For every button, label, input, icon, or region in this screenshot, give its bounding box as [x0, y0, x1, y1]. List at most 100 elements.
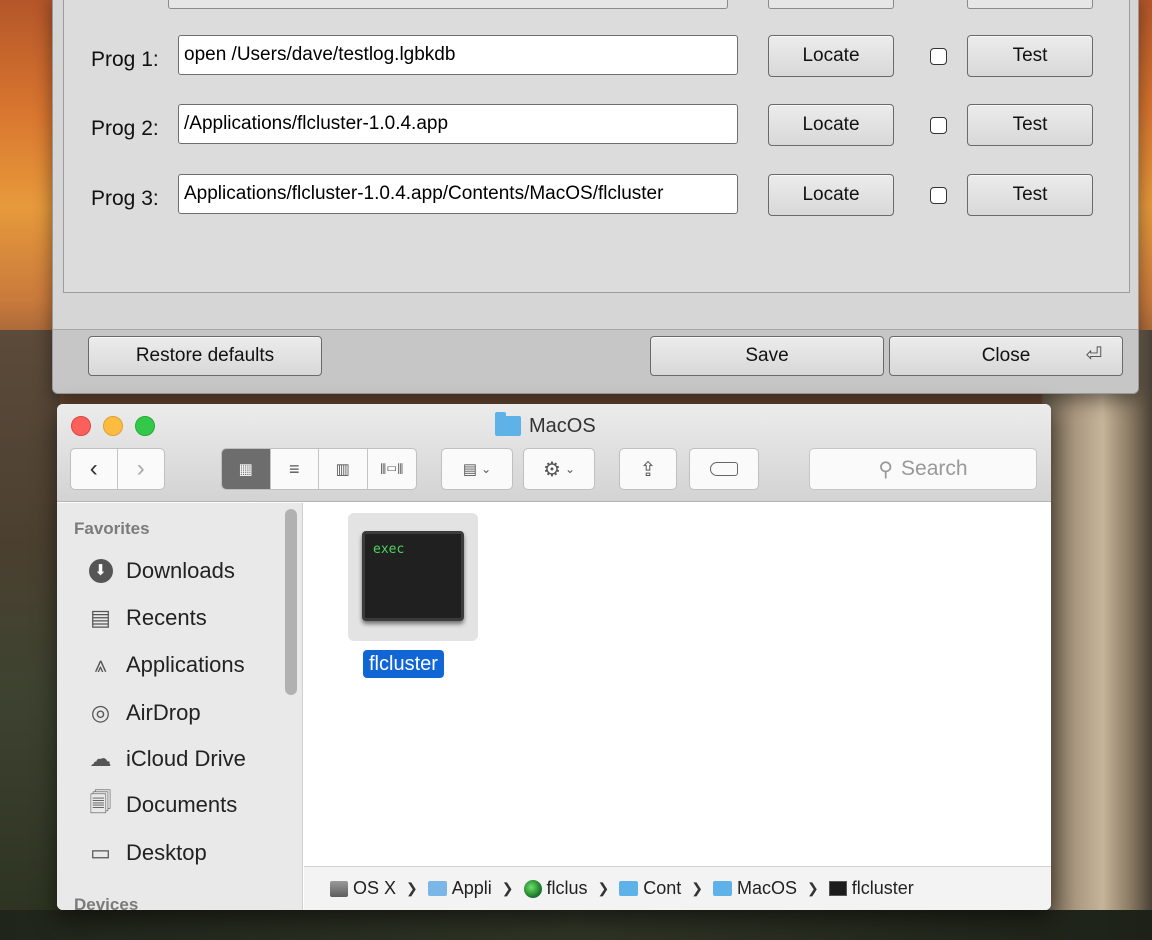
search-placeholder: Search	[901, 457, 968, 480]
prog-2-checkbox[interactable]	[930, 117, 947, 134]
forward-button[interactable]: ›	[118, 449, 165, 489]
preferences-dialog: Prog 1: open /Users/dave/testlog.lgbkdb …	[52, 0, 1139, 394]
path-crumb-macos[interactable]: MacOS	[713, 878, 797, 899]
chevron-down-icon: ⌄	[481, 462, 492, 476]
return-key-icon: ⏎	[1085, 344, 1103, 366]
finder-window: MacOS ‹ › ▦ ≡ ▥ ⫴▭⫴ ▤ ⌄ ⚙ ⌄ ⇪ ⚲ Search F…	[57, 404, 1051, 910]
chevron-left-icon: ‹	[89, 455, 98, 482]
executable-icon	[828, 881, 847, 896]
path-crumb-contents[interactable]: Cont	[619, 878, 681, 899]
favorites-heading: Favorites	[74, 519, 150, 538]
sidebar-item-icloud-drive[interactable]: ☁ iCloud Drive	[87, 741, 246, 777]
prog-0-input-stub	[168, 0, 728, 9]
desktop-background-cliff	[1042, 330, 1152, 930]
sidebar-item-desktop[interactable]: ▭ Desktop	[87, 835, 207, 871]
prog-2-locate-button[interactable]: Locate	[768, 104, 894, 146]
path-crumb-label: flclus	[546, 878, 588, 898]
list-view-button[interactable]: ≡	[271, 449, 319, 489]
save-button[interactable]: Save	[650, 336, 884, 376]
cover-flow-icon: ⫴▭⫴	[380, 460, 404, 477]
close-button[interactable]: Close ⏎	[889, 336, 1123, 376]
window-close-icon[interactable]	[71, 416, 91, 436]
tags-button[interactable]	[689, 448, 759, 490]
sidebar-item-applications[interactable]: ⩓ Applications	[87, 647, 244, 683]
locate-stub	[768, 0, 894, 9]
prog-1-input[interactable]: open /Users/dave/testlog.lgbkdb	[178, 35, 738, 75]
sidebar-item-label: AirDrop	[126, 700, 201, 725]
app-icon	[523, 879, 542, 898]
folder-icon	[619, 881, 639, 896]
gallery-view-button[interactable]: ⫴▭⫴	[368, 449, 417, 489]
devices-heading: Devices	[74, 895, 139, 910]
file-area: exec flcluster OS X ❯ Appli ❯ flclus ❯ C…	[304, 503, 1051, 910]
path-crumb-label: Cont	[643, 878, 682, 898]
prog-1-checkbox[interactable]	[930, 48, 947, 65]
window-minimize-icon[interactable]	[103, 416, 123, 436]
sidebar-item-documents[interactable]: 🗐 Documents	[87, 787, 238, 823]
finder-toolbar: MacOS ‹ › ▦ ≡ ▥ ⫴▭⫴ ▤ ⌄ ⚙ ⌄ ⇪ ⚲ Search	[57, 404, 1051, 502]
desktop-background-left	[0, 330, 60, 940]
share-icon: ⇪	[639, 458, 657, 481]
action-button[interactable]: ⚙ ⌄	[523, 448, 595, 490]
gear-icon: ⚙	[543, 458, 561, 481]
executable-icon-text: exec	[373, 542, 405, 557]
nav-buttons: ‹ ›	[70, 448, 165, 490]
path-separator-icon: ❯	[691, 880, 704, 896]
sidebar-item-downloads[interactable]: ⬇ Downloads	[87, 553, 235, 589]
path-crumb-app[interactable]: flclus	[523, 878, 588, 899]
search-field[interactable]: ⚲ Search	[809, 448, 1037, 490]
documents-icon: 🗐	[89, 790, 112, 815]
icon-view-button[interactable]: ▦	[222, 449, 271, 489]
prog-1-locate-button[interactable]: Locate	[768, 35, 894, 77]
folder-icon	[713, 881, 733, 896]
folder-icon	[495, 412, 521, 436]
sidebar-item-airdrop[interactable]: ◎ AirDrop	[87, 695, 201, 731]
chevron-down-icon: ⌄	[564, 462, 575, 476]
prog-1-test-button[interactable]: Test	[967, 35, 1093, 77]
sidebar-item-recents[interactable]: ▤ Recents	[87, 600, 207, 636]
file-item[interactable]: exec	[348, 513, 478, 641]
recents-icon: ▤	[90, 605, 111, 630]
path-crumb-disk[interactable]: OS X	[330, 878, 396, 899]
test-stub	[967, 0, 1093, 9]
tag-icon	[710, 462, 738, 476]
arrange-icon: ▤	[462, 461, 478, 478]
prog-2-input[interactable]: /Applications/flcluster-1.0.4.app	[178, 104, 738, 144]
path-crumb-label: flcluster	[851, 878, 914, 898]
applications-icon: ⩓	[94, 652, 107, 677]
path-separator-icon: ❯	[597, 880, 610, 896]
window-title-text: MacOS	[529, 414, 596, 437]
list-icon: ≡	[288, 458, 300, 479]
restore-defaults-button[interactable]: Restore defaults	[88, 336, 322, 376]
cloud-icon: ☁	[89, 746, 112, 771]
path-crumb-applications[interactable]: Appli	[427, 878, 492, 899]
arrange-button[interactable]: ▤ ⌄	[441, 448, 513, 490]
window-zoom-icon[interactable]	[135, 416, 155, 436]
path-crumb-label: MacOS	[737, 878, 798, 898]
path-separator-icon: ❯	[406, 880, 418, 896]
column-view-button[interactable]: ▥	[319, 449, 368, 489]
share-button[interactable]: ⇪	[619, 448, 677, 490]
prog-3-input[interactable]: Applications/flcluster-1.0.4.app/Content…	[178, 174, 738, 214]
path-crumb-file[interactable]: flcluster	[828, 878, 914, 899]
prog-2-test-button[interactable]: Test	[967, 104, 1093, 146]
back-button[interactable]: ‹	[71, 449, 118, 489]
sidebar-item-label: Desktop	[126, 840, 207, 865]
close-button-label: Close	[981, 345, 1031, 366]
columns-icon: ▥	[335, 461, 350, 478]
preferences-footer: Restore defaults Save Close ⏎	[53, 329, 1138, 393]
preferences-panel: Prog 1: open /Users/dave/testlog.lgbkdb …	[63, 0, 1130, 293]
prog-3-checkbox[interactable]	[930, 187, 947, 204]
prog-3-locate-button[interactable]: Locate	[768, 174, 894, 216]
prog-3-test-button[interactable]: Test	[967, 174, 1093, 216]
path-bar: OS X ❯ Appli ❯ flclus ❯ Cont ❯ MacOS ❯ f…	[304, 866, 1051, 910]
search-icon: ⚲	[878, 458, 894, 481]
finder-sidebar: Favorites ⬇ Downloads ▤ Recents ⩓ Applic…	[57, 503, 303, 910]
file-name-label[interactable]: flcluster	[363, 650, 444, 678]
sidebar-item-label: Recents	[126, 605, 207, 630]
path-separator-icon: ❯	[807, 880, 819, 896]
sidebar-scrollbar[interactable]	[285, 509, 297, 695]
airdrop-icon: ◎	[90, 700, 111, 725]
path-separator-icon: ❯	[501, 880, 514, 896]
applications-folder-icon	[427, 881, 447, 896]
